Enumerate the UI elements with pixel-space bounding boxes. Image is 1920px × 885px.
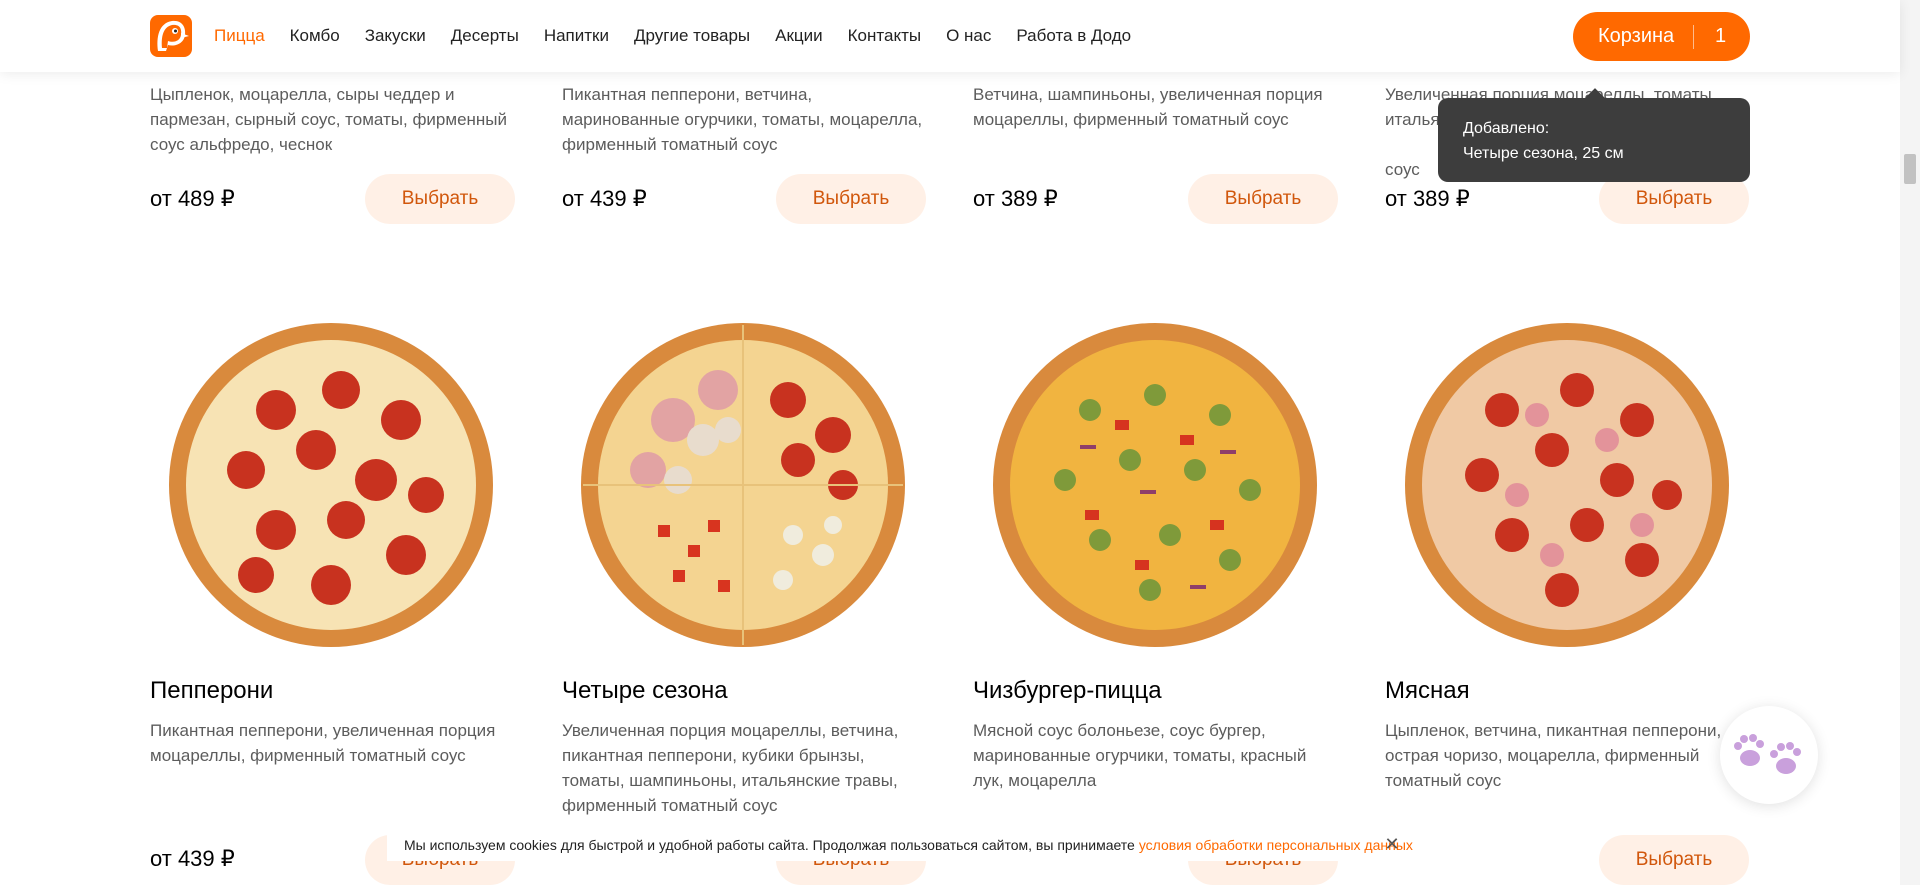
- product-card: Ветчина, шампиньоны, увеличенная порция …: [973, 82, 1338, 132]
- page: Пицца Комбо Закуски Десерты Напитки Друг…: [0, 0, 1920, 885]
- product-card: Цыпленок, моцарелла, сыры чеддер и парме…: [150, 82, 515, 157]
- product-title[interactable]: Четыре сезона: [562, 677, 728, 705]
- close-icon[interactable]: ✕: [1383, 835, 1401, 853]
- dodo-logo-icon[interactable]: [150, 15, 192, 57]
- cart-button[interactable]: Корзина 1: [1573, 12, 1750, 61]
- product-title[interactable]: Чизбургер-пицца: [973, 677, 1162, 705]
- paw-icon: [1734, 734, 1801, 774]
- product-card: Цыпленок, ветчина, пикантная пепперони, …: [1385, 718, 1750, 793]
- menu-item-combo[interactable]: Комбо: [290, 26, 340, 46]
- top-nav: Пицца Комбо Закуски Десерты Напитки Друг…: [0, 0, 1900, 72]
- menu-item-promotions[interactable]: Акции: [775, 26, 823, 46]
- cart-label: Корзина: [1598, 25, 1675, 47]
- added-to-cart-toast: Добавлено: Четыре сезона, 25 см: [1438, 98, 1750, 182]
- product-price: от 439 ₽: [562, 186, 647, 211]
- product-description: Пикантная пепперони, увеличенная порция …: [150, 721, 496, 765]
- paw-widget-button[interactable]: [1720, 706, 1818, 804]
- product-description: Пикантная пепперони, ветчина, маринованн…: [562, 85, 923, 154]
- product-price: от 389 ₽: [1385, 186, 1470, 211]
- menu-item-contacts[interactable]: Контакты: [848, 26, 921, 46]
- menu-item-desserts[interactable]: Десерты: [451, 26, 519, 46]
- choose-button[interactable]: Выбрать: [1599, 835, 1749, 885]
- toast-title: Добавлено:: [1463, 120, 1550, 137]
- cart-count: 1: [1715, 25, 1727, 47]
- main-menu: Пицца Комбо Закуски Десерты Напитки Друг…: [214, 0, 1131, 72]
- product-title[interactable]: Пепперони: [150, 677, 273, 705]
- product-card: Пикантная пепперони, увеличенная порция …: [150, 718, 515, 768]
- product-description: Увеличенная порция моцареллы, ветчина, п…: [562, 721, 899, 815]
- product-card: Увеличенная порция моцареллы, ветчина, п…: [562, 718, 927, 818]
- product-description: Мясной соус болоньезе, соус бургер, мари…: [973, 721, 1307, 790]
- menu-item-about[interactable]: О нас: [946, 26, 991, 46]
- menu-item-other-goods[interactable]: Другие товары: [634, 26, 750, 46]
- menu-item-drinks[interactable]: Напитки: [544, 26, 609, 46]
- cookie-banner: Мы используем cookies для быстрой и удоб…: [387, 829, 1513, 861]
- product-description: Цыпленок, моцарелла, сыры чеддер и парме…: [150, 85, 508, 154]
- product-price: от 439 ₽: [150, 846, 235, 871]
- scrollbar-thumb[interactable]: [1904, 154, 1916, 184]
- privacy-policy-link[interactable]: условия обработки персональных данных: [1139, 837, 1413, 853]
- page-scrollbar[interactable]: [1900, 0, 1920, 885]
- cookie-text: Мы используем cookies для быстрой и удоб…: [404, 837, 1135, 853]
- menu-item-pizza[interactable]: Пицца: [214, 26, 265, 46]
- pizza-image-meat[interactable]: [1402, 320, 1752, 670]
- choose-button[interactable]: Выбрать: [776, 174, 926, 224]
- pizza-image-pepperoni[interactable]: [166, 320, 516, 670]
- product-price: от 489 ₽: [150, 186, 235, 211]
- product-description: Цыпленок, ветчина, пикантная пепперони, …: [1385, 721, 1722, 790]
- product-card: Мясной соус болоньезе, соус бургер, мари…: [973, 718, 1338, 793]
- pizza-image-four-seasons[interactable]: [578, 320, 928, 670]
- menu-item-snacks[interactable]: Закуски: [365, 26, 426, 46]
- toast-item: Четыре сезона, 25 см: [1463, 145, 1624, 162]
- product-card: Пикантная пепперони, ветчина, маринованн…: [562, 82, 927, 157]
- product-price: от 389 ₽: [973, 186, 1058, 211]
- product-title[interactable]: Мясная: [1385, 677, 1470, 705]
- choose-button[interactable]: Выбрать: [1188, 174, 1338, 224]
- choose-button[interactable]: Выбрать: [365, 174, 515, 224]
- pizza-image-cheeseburger[interactable]: [990, 320, 1340, 670]
- menu-item-careers[interactable]: Работа в Додо: [1016, 26, 1131, 46]
- product-description: Ветчина, шампиньоны, увеличенная порция …: [973, 85, 1323, 129]
- product-description-tail: соус: [1385, 160, 1420, 179]
